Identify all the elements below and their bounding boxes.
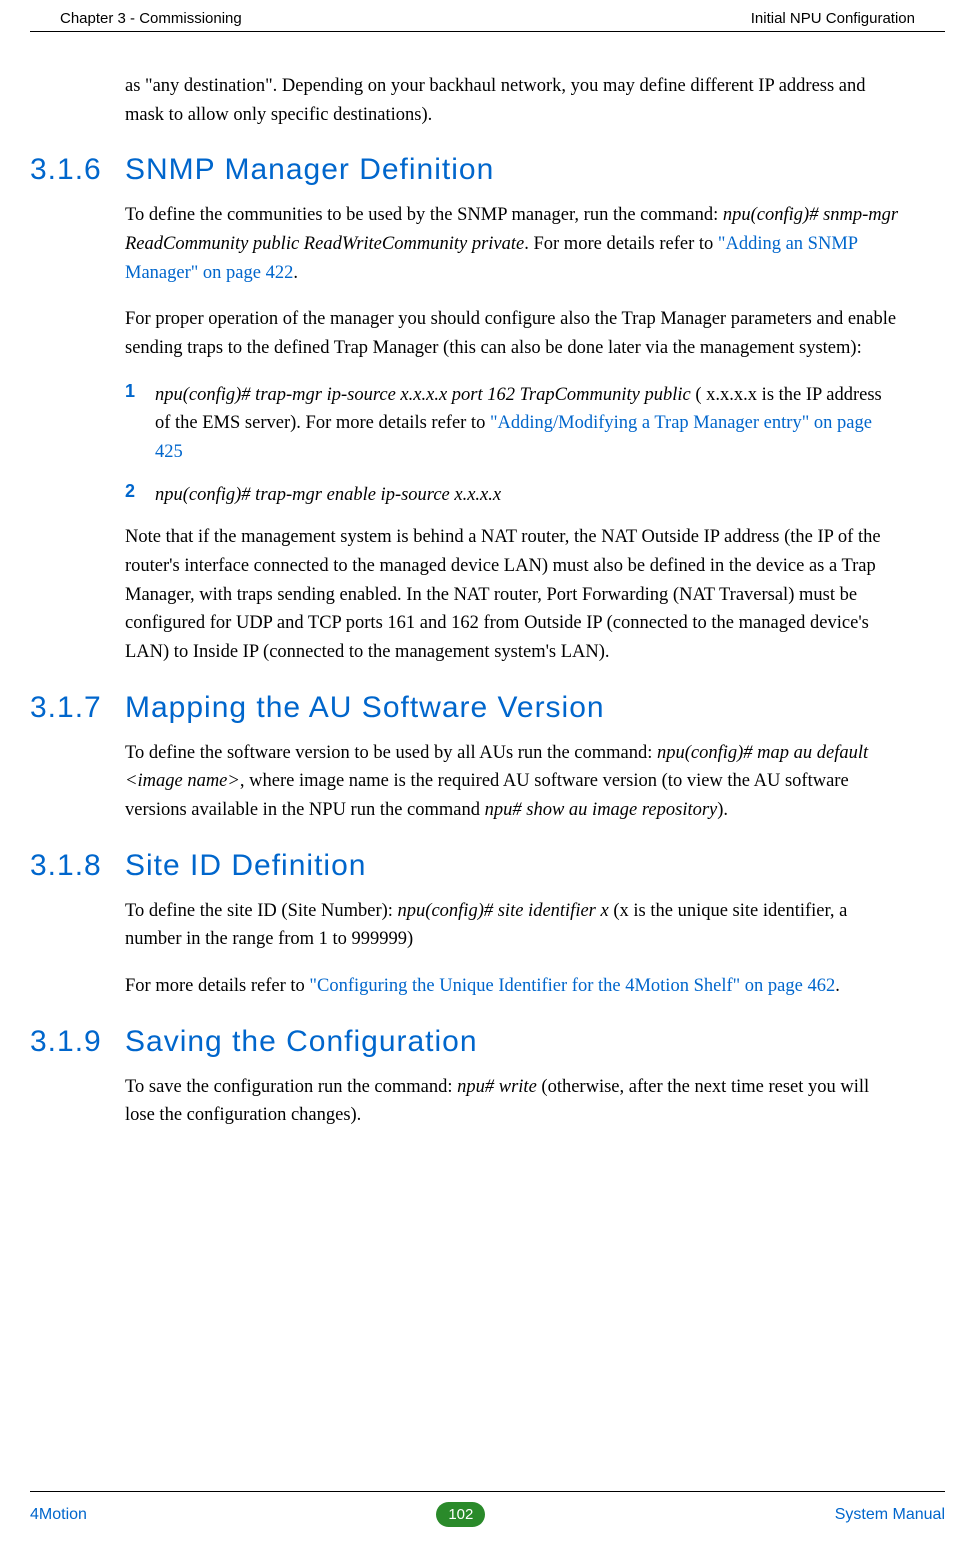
- page-header: Chapter 3 - Commissioning Initial NPU Co…: [30, 0, 945, 32]
- intro-paragraph: as "any destination". Depending on your …: [125, 72, 900, 129]
- list-number: 1: [125, 381, 155, 467]
- command-text: npu# write: [457, 1077, 537, 1097]
- s318-p1: To define the site ID (Site Number): npu…: [125, 897, 900, 954]
- section-3-1-6-heading: 3.1.6 SNMP Manager Definition: [30, 153, 900, 187]
- text: .: [293, 263, 298, 283]
- text: To define the communities to be used by …: [125, 205, 723, 225]
- section-number: 3.1.6: [30, 153, 125, 187]
- section-title: Site ID Definition: [125, 849, 366, 883]
- command-text: npu(config)# trap-mgr ip-source x.x.x.x …: [155, 385, 691, 405]
- s316-p2: For proper operation of the manager you …: [125, 305, 900, 362]
- text: ).: [717, 800, 728, 820]
- section-3-1-9-heading: 3.1.9 Saving the Configuration: [30, 1025, 900, 1059]
- footer-left: 4Motion: [30, 1506, 87, 1524]
- list-item-1: 1 npu(config)# trap-mgr ip-source x.x.x.…: [125, 381, 900, 467]
- command-text: npu(config)# trap-mgr enable ip-source x…: [155, 481, 501, 510]
- section-number: 3.1.9: [30, 1025, 125, 1059]
- s316-p3: Note that if the management system is be…: [125, 523, 900, 666]
- header-left: Chapter 3 - Commissioning: [60, 10, 242, 27]
- text: To save the configuration run the comman…: [125, 1077, 457, 1097]
- section-number: 3.1.7: [30, 691, 125, 725]
- text: To define the software version to be use…: [125, 743, 657, 763]
- header-right: Initial NPU Configuration: [751, 10, 915, 27]
- page-content: as "any destination". Depending on your …: [0, 32, 975, 1130]
- text: . For more details refer to: [524, 234, 718, 254]
- s316-p1: To define the communities to be used by …: [125, 201, 900, 287]
- command-text: npu(config)# site identifier x: [398, 901, 609, 921]
- text: For more details refer to: [125, 976, 309, 996]
- page-footer: 4Motion 102 System Manual: [30, 1491, 945, 1527]
- command-text: npu# show au image repository: [485, 800, 718, 820]
- section-number: 3.1.8: [30, 849, 125, 883]
- s317-p1: To define the software version to be use…: [125, 739, 900, 825]
- section-3-1-7-heading: 3.1.7 Mapping the AU Software Version: [30, 691, 900, 725]
- s319-p1: To save the configuration run the comman…: [125, 1073, 900, 1130]
- text: .: [835, 976, 840, 996]
- page-number-badge: 102: [436, 1502, 485, 1527]
- footer-right: System Manual: [835, 1506, 945, 1524]
- section-title: SNMP Manager Definition: [125, 153, 494, 187]
- s318-p2: For more details refer to "Configuring t…: [125, 972, 900, 1001]
- list-item-2: 2 npu(config)# trap-mgr enable ip-source…: [125, 481, 900, 510]
- section-title: Saving the Configuration: [125, 1025, 478, 1059]
- section-title: Mapping the AU Software Version: [125, 691, 605, 725]
- list-number: 2: [125, 481, 155, 510]
- list-body: npu(config)# trap-mgr ip-source x.x.x.x …: [155, 381, 900, 467]
- cross-ref-link[interactable]: "Configuring the Unique Identifier for t…: [309, 976, 835, 996]
- text: To define the site ID (Site Number):: [125, 901, 398, 921]
- section-3-1-8-heading: 3.1.8 Site ID Definition: [30, 849, 900, 883]
